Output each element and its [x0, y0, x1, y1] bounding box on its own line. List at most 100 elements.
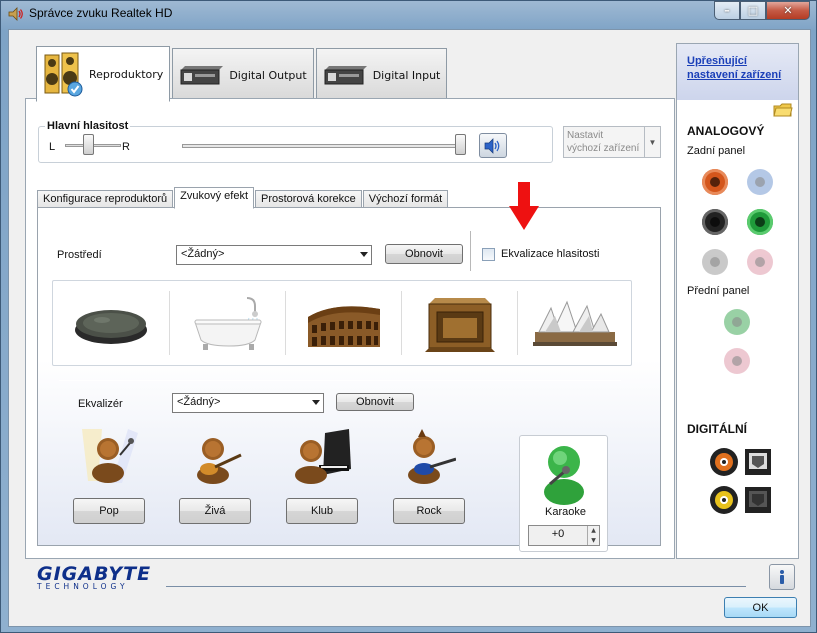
- advanced-device-settings-label: Upřesňující nastavení zařízení: [687, 55, 782, 81]
- separator: [166, 586, 746, 587]
- spinner-up-icon[interactable]: ▲: [588, 526, 599, 536]
- environment-preset-arena[interactable]: [286, 281, 401, 365]
- connector-panel: Upřesňující nastavení zařízení ANALOGOVÝ…: [676, 43, 799, 559]
- optical-port-icon[interactable]: [744, 448, 772, 476]
- maximize-button[interactable]: □: [740, 1, 766, 20]
- tab-label: Digital Input: [372, 68, 441, 82]
- set-default-device-dropdown[interactable]: Nastavit výchozí zařízení ▼: [563, 126, 661, 158]
- bathtub-icon: [193, 297, 262, 350]
- digital-title: DIGITÁLNÍ: [687, 422, 747, 436]
- separator: [59, 380, 621, 381]
- window-client-area: Reproduktory Digital Output Digital Inpu…: [8, 29, 811, 627]
- separator: [470, 231, 471, 271]
- balance-right-label: R: [122, 141, 130, 153]
- jack-back-blue[interactable]: [747, 169, 773, 195]
- pop-preset-figure[interactable]: [78, 425, 140, 488]
- advanced-settings-header: Upřesňující nastavení zařízení: [677, 44, 798, 100]
- sound-effects-panel: Prostředí <Žádný> Obnovit Ekvalizace hla…: [37, 207, 661, 552]
- speaker-sound-icon: [484, 137, 500, 154]
- equalizer-select[interactable]: <Žádný>: [172, 393, 324, 413]
- tab-label: Digital Output: [229, 68, 307, 82]
- red-arrow-icon: [509, 182, 539, 230]
- back-panel-label: Zadní panel: [687, 145, 746, 157]
- coaxial-yellow-icon[interactable]: [709, 485, 739, 515]
- jack-front-green[interactable]: [724, 309, 750, 335]
- title-bar[interactable]: Správce zvuku Realtek HD – □ ✕: [1, 1, 816, 27]
- window-title: Správce zvuku Realtek HD: [29, 6, 173, 20]
- analog-title: ANALOGOVÝ: [687, 124, 765, 138]
- karaoke-key-spinner[interactable]: +0 ▲ ▼: [528, 525, 600, 546]
- balance-left-label: L: [49, 141, 56, 153]
- minimize-icon: –: [724, 4, 730, 17]
- advanced-device-settings-link[interactable]: Upřesňující nastavení zařízení: [687, 54, 798, 82]
- info-icon: [780, 570, 784, 584]
- jack-back-black[interactable]: [702, 209, 728, 235]
- speakers-icon: [44, 52, 83, 97]
- loudness-equalization-label: Ekvalizace hlasitosti: [501, 248, 600, 260]
- ok-button[interactable]: OK: [724, 597, 797, 618]
- environment-label: Prostředí: [57, 249, 102, 261]
- spinner-down-icon[interactable]: ▼: [588, 536, 599, 546]
- coaxial-orange-icon[interactable]: [709, 447, 739, 477]
- digital-output-device-icon: [180, 66, 224, 85]
- karaoke-value: +0: [551, 528, 565, 540]
- pop-singer-icon: [82, 429, 138, 483]
- eq-pop-button[interactable]: Pop: [73, 498, 145, 524]
- environment-reset-button[interactable]: Obnovit: [385, 244, 463, 264]
- speaker-volume-icon: [8, 7, 23, 21]
- stone-room-icon: [424, 298, 495, 352]
- eq-club-button[interactable]: Klub: [286, 498, 358, 524]
- folder-icon[interactable]: [773, 102, 793, 118]
- loudness-equalization-checkbox[interactable]: [482, 248, 495, 261]
- close-icon: ✕: [783, 4, 793, 17]
- info-button[interactable]: [769, 564, 795, 590]
- opera-house-icon: [533, 300, 617, 346]
- main-volume-label: Hlavní hlasitost: [45, 120, 131, 132]
- volume-slider-track[interactable]: [182, 144, 465, 148]
- jack-back-green[interactable]: [747, 209, 773, 235]
- tab-digital-output[interactable]: Digital Output: [172, 48, 314, 101]
- eq-live-button[interactable]: Živá: [179, 498, 251, 524]
- colosseum-icon: [307, 306, 380, 347]
- jack-back-orange[interactable]: [702, 169, 728, 195]
- tab-digital-input[interactable]: Digital Input: [315, 48, 448, 101]
- environment-select[interactable]: <Žádný>: [176, 245, 372, 265]
- equalizer-select-value: <Žádný>: [177, 396, 221, 408]
- environment-preset-room[interactable]: [402, 281, 517, 365]
- volume-slider-thumb[interactable]: [455, 134, 466, 155]
- rock-guitarist-icon: [408, 429, 457, 484]
- jack-back-pink[interactable]: [747, 249, 773, 275]
- balance-slider-thumb[interactable]: [83, 134, 94, 155]
- tab-sound-effects[interactable]: Zvukový efekt: [174, 187, 254, 209]
- tab-reproduktory[interactable]: Reproduktory: [36, 46, 171, 102]
- tab-label: Reproduktory: [89, 67, 164, 81]
- environment-preset-stone[interactable]: [53, 281, 169, 365]
- eq-rock-button[interactable]: Rock: [393, 498, 465, 524]
- environment-presets-strip: [52, 280, 632, 366]
- karaoke-singer-icon: [544, 446, 584, 505]
- minimize-button[interactable]: –: [714, 1, 740, 20]
- rock-preset-figure[interactable]: [400, 425, 457, 488]
- guitarist-icon: [197, 438, 242, 484]
- digital-input-device-icon: [324, 66, 367, 85]
- environment-preset-bathroom[interactable]: [170, 281, 285, 365]
- equalizer-label: Ekvalizér: [78, 398, 123, 410]
- stone-disc-icon: [75, 310, 147, 344]
- jack-back-gray[interactable]: [702, 249, 728, 275]
- live-preset-figure[interactable]: [187, 425, 243, 488]
- chevron-down-icon: [360, 252, 368, 257]
- chevron-down-icon: ▼: [644, 127, 660, 157]
- device-tabs: Reproduktory Digital Output Digital Inpu…: [36, 46, 449, 102]
- close-button[interactable]: ✕: [766, 1, 810, 20]
- club-preset-figure[interactable]: [291, 425, 353, 488]
- maximize-icon: □: [747, 4, 759, 17]
- karaoke-group: Karaoke +0 ▲ ▼: [519, 435, 608, 552]
- gigabyte-logo: GIGABYTE TECHNOLOGY: [37, 563, 151, 591]
- optical-port-input-icon[interactable]: [744, 486, 772, 514]
- front-panel-label: Přední panel: [687, 285, 750, 297]
- environment-preset-opera[interactable]: [518, 281, 632, 365]
- environment-select-value: <Žádný>: [181, 248, 225, 260]
- mute-button[interactable]: [479, 133, 507, 158]
- equalizer-reset-button[interactable]: Obnovit: [336, 393, 414, 411]
- jack-front-pink[interactable]: [724, 348, 750, 374]
